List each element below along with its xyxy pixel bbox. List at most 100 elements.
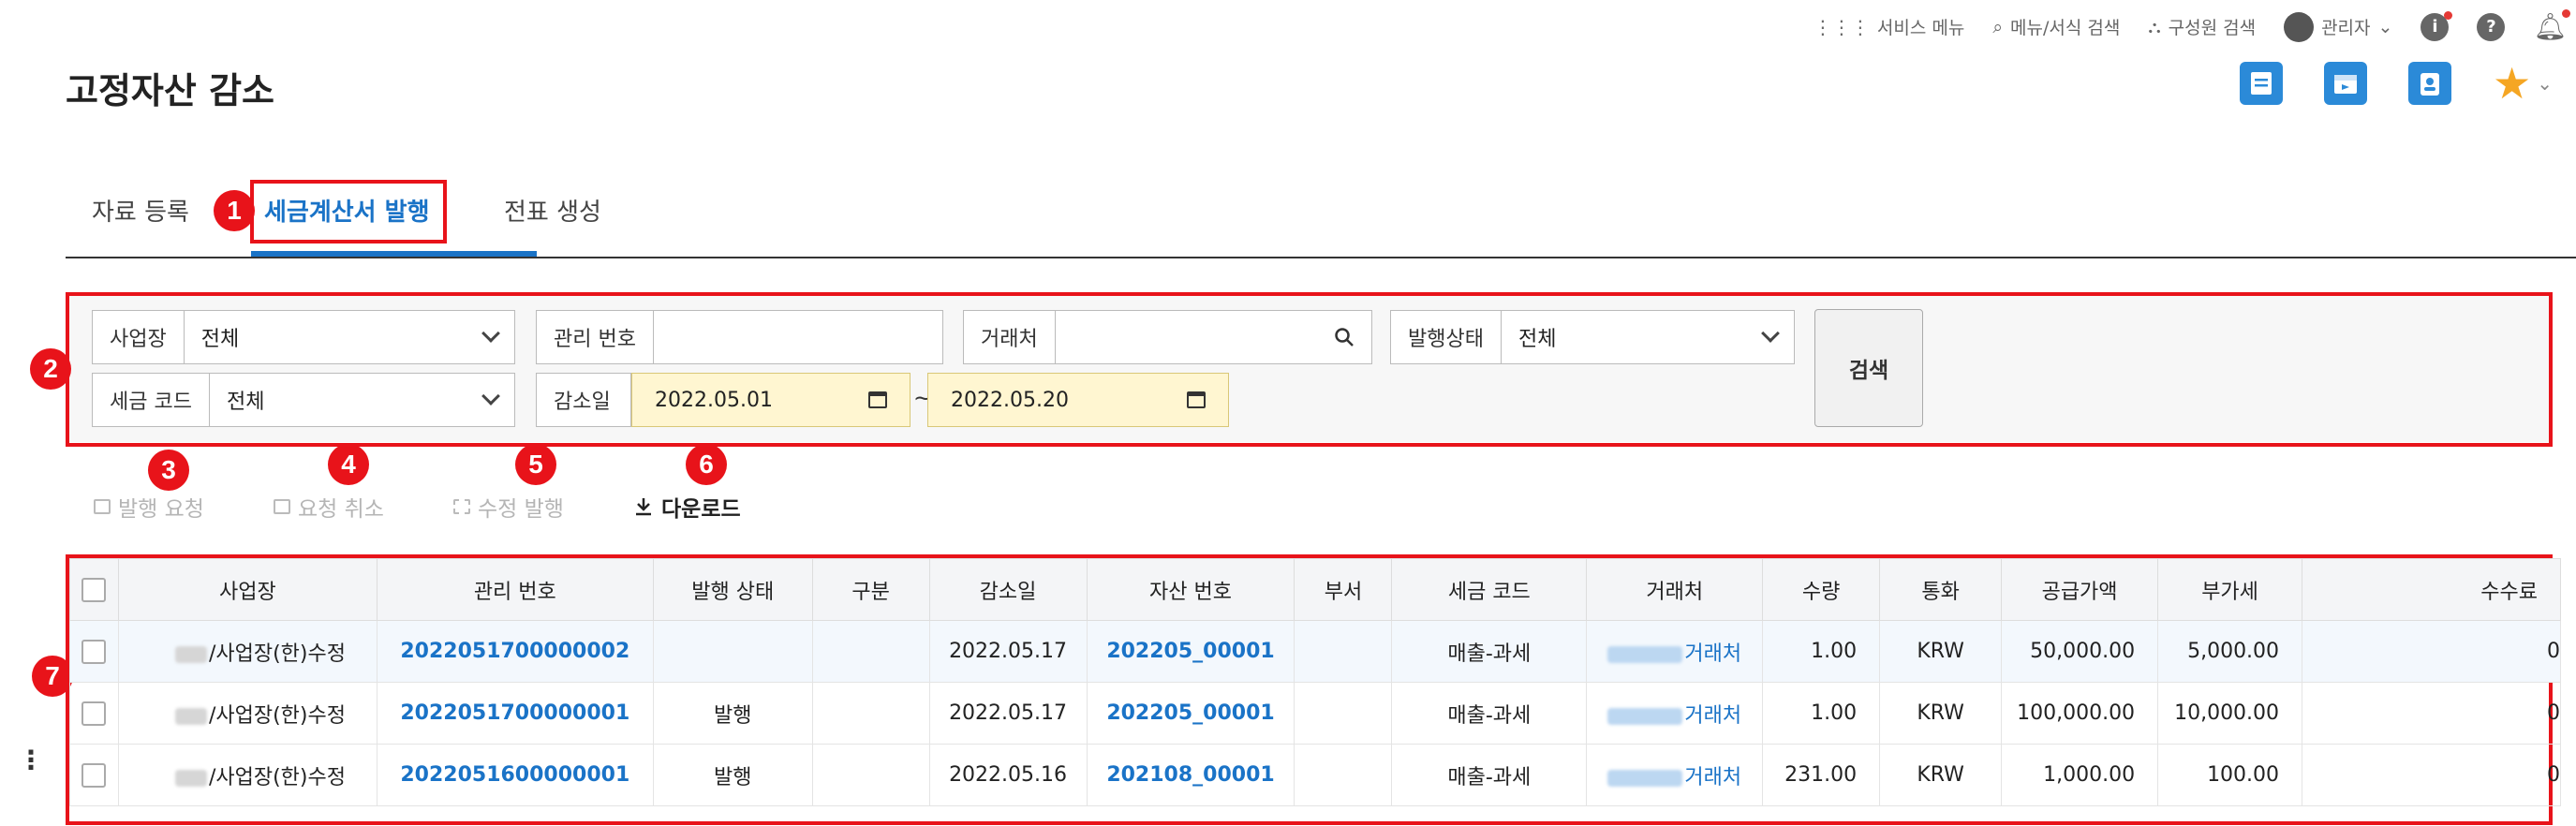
redacted-text [1607,707,1683,725]
vendor-cell[interactable]: 거래처 [1586,682,1764,745]
info-icon[interactable]: i [2421,10,2453,41]
date-to-input[interactable]: 2022.05.20 [927,373,1229,427]
row-select-cell[interactable] [69,682,119,745]
search-icon[interactable] [1334,327,1355,347]
column-header[interactable]: 감소일 [928,558,1088,621]
vendor-cell[interactable]: 거래처 [1586,620,1764,683]
table-row[interactable]: /사업장(한)수정 2022051700000002 2022.05.17 20220… [69,620,2561,683]
menu-search-button[interactable]: ⌕ 메뉴/서식 검색 [1992,14,2120,39]
mgmt-no-link[interactable]: 2022051600000001 [400,763,629,787]
issue-status-select[interactable]: 발행상태 전체 [1390,310,1795,364]
active-tab-indicator [251,251,537,257]
table-row[interactable]: /사업장(한)수정 2022051600000001 발행 2022.05.16 202… [69,744,2561,806]
mgmt-no-link[interactable]: 2022051700000002 [376,620,654,683]
help-icon[interactable]: ? [2477,12,2506,41]
select-all-cell[interactable] [69,558,119,621]
revise-issue-button[interactable]: 수정 발행 [453,491,564,523]
type-cell [811,620,930,683]
row-select-cell[interactable] [69,620,119,683]
calendar-icon[interactable] [1187,391,1206,408]
service-menu-button[interactable]: ⋮⋮⋮ 서비스 메뉴 [1814,14,1964,39]
currency-cell: KRW [1879,682,2003,745]
business-place-cell: /사업장(한)수정 [117,620,378,683]
decrease-date-cell: 2022.05.16 [928,744,1088,806]
department-cell [1294,744,1393,806]
column-header[interactable]: 관리 번호 [376,558,654,621]
issue-status-label: 발행상태 [1391,311,1502,363]
vendor-cell[interactable]: 거래처 [1586,744,1764,806]
asset-no-link[interactable]: 202205_00001 [1106,701,1274,725]
column-header[interactable]: 부서 [1294,558,1393,621]
column-header[interactable]: 공급가액 [2001,558,2159,621]
cancel-request-button[interactable]: 요청 취소 [274,491,384,523]
tax-code-label: 세금 코드 [93,374,210,426]
tax-code-select[interactable]: 세금 코드 전체 [92,373,515,427]
table-row[interactable]: /사업장(한)수정 2022051700000001 발행 2022.05.17 202… [69,682,2561,745]
column-header[interactable]: 통화 [1879,558,2003,621]
column-header[interactable]: 세금 코드 [1391,558,1588,621]
chevron-down-icon [1761,324,1780,343]
favorite-star-icon[interactable]: ★ ⌄ [2493,62,2553,105]
redacted-text [174,769,207,787]
column-header[interactable]: 수량 [1762,558,1881,621]
column-header[interactable]: 거래처 [1586,558,1764,621]
column-header[interactable]: 부가세 [2157,558,2303,621]
calendar-icon[interactable] [868,391,887,408]
quantity-cell: 231.00 [1762,744,1881,806]
more-options-icon[interactable]: ⋮ [18,745,44,775]
vendor-link[interactable]: 거래처 [1684,704,1741,728]
issue-request-label: 발행 요청 [118,497,204,522]
mgmt-no-link[interactable]: 2022051700000001 [400,701,629,725]
row-checkbox[interactable] [81,639,107,664]
issue-request-button[interactable]: 발행 요청 [94,491,204,523]
search-button[interactable]: 검색 [1814,309,1923,427]
bell-icon[interactable]: 🔔︎ [2533,9,2570,42]
decrease-date-field: 감소일 [536,373,631,427]
quantity-cell: 1.00 [1762,682,1881,745]
asset-no-link[interactable]: 202205_00001 [1106,640,1274,663]
calendar-icon[interactable] [2323,62,2367,105]
asset-no-link[interactable]: 202108_00001 [1086,744,1295,806]
business-place-select[interactable]: 사업장 전체 [92,310,515,364]
download-button[interactable]: 다운로드 [633,491,741,523]
column-header[interactable]: 발행 상태 [652,558,813,621]
vendor-link[interactable]: 거래처 [1684,766,1741,789]
tab-data-entry[interactable]: 자료 등록 [92,193,189,228]
business-place-label: 사업장 [93,311,185,363]
select-all-checkbox[interactable] [81,577,107,602]
id-badge-icon[interactable] [2407,62,2451,105]
vendor-link[interactable]: 거래처 [1684,642,1741,666]
type-cell [811,744,930,806]
mgmt-no-link[interactable]: 2022051700000001 [376,682,654,745]
annotation-badge-2: 2 [30,348,71,390]
vendor-search-field[interactable]: 거래처 [963,310,1372,364]
row-select-cell[interactable] [69,744,119,806]
user-menu[interactable]: 관리자 ⌄ [2284,11,2393,42]
mgmt-no-link[interactable]: 2022051600000001 [376,744,654,806]
asset-no-link[interactable]: 202205_00001 [1086,682,1295,745]
column-header[interactable]: 구분 [811,558,930,621]
tab-voucher[interactable]: 전표 생성 [504,193,601,228]
decrease-date-cell: 2022.05.17 [928,620,1088,683]
mgmt-no-link[interactable]: 2022051700000002 [400,640,629,663]
check-box-icon [94,499,111,514]
row-checkbox[interactable] [81,762,107,788]
asset-no-link[interactable]: 202205_00001 [1086,620,1295,683]
business-place-text: /사업장(한)수정 [208,703,346,728]
mgmt-no-input[interactable] [654,311,942,363]
fee-cell: 0 [2302,620,2561,683]
member-search-button[interactable]: ⛬ 구성원 검색 [2148,14,2256,39]
asset-no-link[interactable]: 202108_00001 [1106,763,1274,787]
document-icon[interactable] [2239,62,2283,105]
chevron-down-icon [481,387,500,406]
asset-decrease-table: 사업장 관리 번호 발행 상태 구분 감소일 자산 번호 부서 세금 코드 거래… [69,558,2561,806]
tax-code-cell: 매출-과세 [1391,682,1588,745]
chevron-down-icon: ⌄ [2377,16,2393,37]
column-header[interactable]: 수수료 [2302,558,2561,621]
column-header[interactable]: 자산 번호 [1086,558,1295,621]
column-header[interactable]: 사업장 [117,558,378,621]
supply-amount-cell: 50,000.00 [2001,620,2159,683]
row-checkbox[interactable] [81,701,107,726]
date-from-input[interactable]: 2022.05.01 [631,373,910,427]
mgmt-no-field[interactable]: 관리 번호 [536,310,943,364]
